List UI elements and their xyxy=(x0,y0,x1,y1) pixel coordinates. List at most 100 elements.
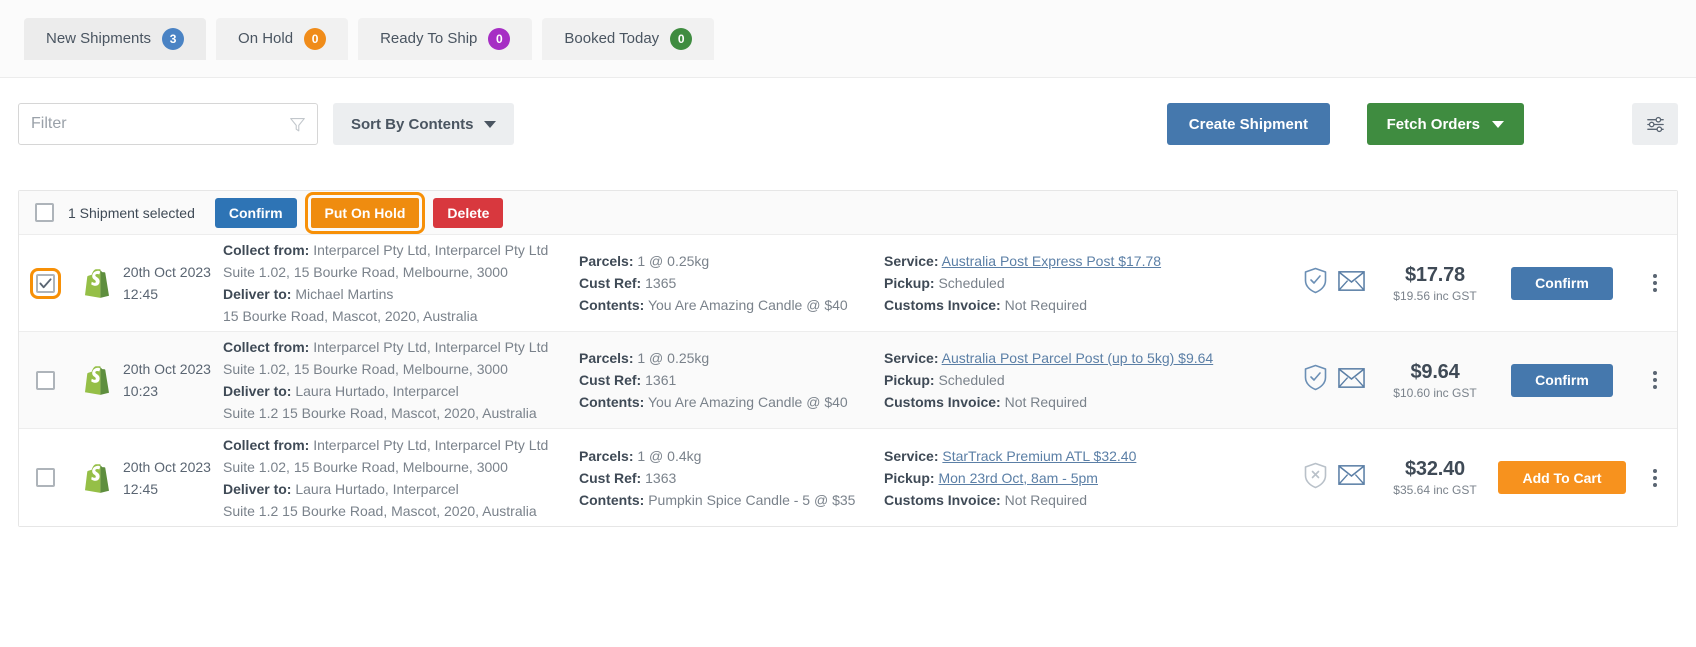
source-channel-cell xyxy=(71,235,123,331)
service-cell: Service: Australia Post Parcel Post (up … xyxy=(884,332,1289,428)
bulk-put-on-hold-button[interactable]: Put On Hold xyxy=(304,191,426,234)
bulk-action-bar: 1 Shipment selected Confirm Put On Hold … xyxy=(19,191,1677,235)
tab-new-shipments[interactable]: New Shipments 3 xyxy=(24,17,207,60)
service-cell: Service: Australia Post Express Post $17… xyxy=(884,235,1289,331)
tab-count-badge: 0 xyxy=(304,27,327,50)
customs-invoice-value: Not Required xyxy=(1004,297,1088,313)
collect-from-line: Collect from: Interparcel Pty Ltd, Inter… xyxy=(223,434,571,456)
row-menu-cell xyxy=(1633,332,1677,428)
customs-invoice-line: Customs Invoice: Not Required xyxy=(884,391,1289,413)
contents-line: Contents: You Are Amazing Candle @ $40 xyxy=(579,294,884,316)
fetch-orders-button[interactable]: Fetch Orders xyxy=(1366,103,1524,145)
tab-count-badge: 0 xyxy=(488,27,511,50)
select-all-checkbox[interactable] xyxy=(35,203,54,222)
row-select-checkbox[interactable] xyxy=(35,468,55,487)
shipment-date: 20th Oct 2023 xyxy=(123,264,211,280)
shipments-page: New Shipments 3 On Hold 0 Ready To Ship 0 Book… xyxy=(0,0,1696,647)
contents-label: Contents: xyxy=(579,394,645,410)
shield-check-icon[interactable] xyxy=(1303,267,1328,299)
tab-count-badge: 3 xyxy=(162,27,185,50)
tab-label: Booked Today xyxy=(564,30,660,47)
deliver-address: Suite 1.2 15 Bourke Road, Mascot, 2020, … xyxy=(223,405,537,421)
shopify-icon xyxy=(85,366,109,395)
contents-value: You Are Amazing Candle @ $40 xyxy=(647,297,848,313)
pickup-label: Pickup: xyxy=(884,469,935,486)
deliver-to-line: Deliver to: Laura Hurtado, Interparcel xyxy=(223,478,571,500)
deliver-to-label: Deliver to: xyxy=(223,286,292,302)
pickup-value: Scheduled xyxy=(938,275,1005,291)
pickup-line: Pickup: Scheduled xyxy=(884,272,1289,294)
row-checkbox-cell xyxy=(19,429,71,526)
parcels-value: 1 @ 0.4kg xyxy=(637,447,702,464)
service-line: Service: Australia Post Express Post $17… xyxy=(884,250,1289,272)
collect-from-line: Collect from: Interparcel Pty Ltd, Inter… xyxy=(223,239,571,261)
shield-check-icon[interactable] xyxy=(1303,364,1328,396)
source-channel-cell xyxy=(71,429,123,526)
status-tab-strip: New Shipments 3 On Hold 0 Ready To Ship 0 Book… xyxy=(0,0,1696,78)
row-checkbox-cell xyxy=(19,332,71,428)
price-cell: $32.40 $35.64 inc GST xyxy=(1379,429,1491,526)
row-checkbox-cell xyxy=(19,235,71,331)
row-menu-cell xyxy=(1633,235,1677,331)
deliver-to-value: Laura Hurtado, Interparcel xyxy=(295,480,459,497)
parcels-line: Parcels: 1 @ 0.25kg xyxy=(579,347,884,369)
sliders-icon xyxy=(1646,116,1664,132)
collect-from-label: Collect from: xyxy=(223,242,310,258)
shipment-time: 12:45 xyxy=(123,286,159,302)
kebab-menu-icon[interactable] xyxy=(1649,465,1661,491)
row-action-cell: Confirm xyxy=(1491,332,1633,428)
deliver-to-value: Laura Hurtado, Interparcel xyxy=(295,383,459,399)
tab-label: On Hold xyxy=(238,30,294,47)
parcels-label: Parcels: xyxy=(579,350,634,366)
toolbar: Sort By Contents Create Shipment Fetch O… xyxy=(0,78,1696,176)
customs-invoice-label: Customs Invoice: xyxy=(884,394,1001,410)
filter-input[interactable] xyxy=(19,104,287,144)
service-value-link[interactable]: Australia Post Express Post $17.78 xyxy=(942,253,1161,269)
cust-ref-label: Cust Ref: xyxy=(579,372,642,388)
tab-on-hold[interactable]: On Hold 0 xyxy=(216,17,349,60)
pickup-line: Pickup: Scheduled xyxy=(884,369,1289,391)
shopify-icon xyxy=(85,463,109,493)
contents-line: Contents: Pumpkin Spice Candle - 5 @ $35 xyxy=(579,489,884,511)
shield-check-icon xyxy=(1304,364,1327,391)
create-shipment-button[interactable]: Create Shipment xyxy=(1166,103,1330,145)
kebab-menu-icon[interactable] xyxy=(1649,270,1661,296)
sort-by-dropdown[interactable]: Sort By Contents xyxy=(333,103,514,145)
contents-label: Contents: xyxy=(579,491,645,508)
envelope-icon xyxy=(1338,465,1365,485)
row-action-button[interactable]: Add To Cart xyxy=(1498,461,1626,494)
row-action-button[interactable]: Confirm xyxy=(1511,363,1613,397)
settings-sliders-button[interactable] xyxy=(1632,103,1678,145)
price-ex-gst: $9.64 xyxy=(1410,360,1460,383)
parcels-value: 1 @ 0.25kg xyxy=(637,253,710,269)
tab-booked-today[interactable]: Booked Today 0 xyxy=(542,17,715,60)
cust-ref-value: 1363 xyxy=(645,469,677,486)
pickup-value[interactable]: Mon 23rd Oct, 8am - 5pm xyxy=(938,470,1098,486)
envelope-icon[interactable] xyxy=(1338,464,1365,491)
service-value-link[interactable]: StarTrack Premium ATL $32.40 xyxy=(942,448,1136,464)
collect-from-value: Interparcel Pty Ltd, Interparcel Pty Ltd xyxy=(313,242,549,258)
row-icon-cell xyxy=(1289,429,1379,526)
cust-ref-line: Cust Ref: 1361 xyxy=(579,369,884,391)
contents-value: Pumpkin Spice Candle - 5 @ $35 xyxy=(648,491,856,508)
kebab-menu-icon[interactable] xyxy=(1649,367,1661,393)
price-ex-gst: $17.78 xyxy=(1405,263,1465,286)
service-value-link[interactable]: Australia Post Parcel Post (up to 5kg) $… xyxy=(942,350,1214,366)
tab-label: New Shipments xyxy=(46,30,152,47)
cust-ref-label: Cust Ref: xyxy=(579,469,642,486)
shield-cross-icon[interactable] xyxy=(1303,462,1328,494)
price-inc-gst: $35.64 inc GST xyxy=(1393,483,1477,497)
row-select-checkbox[interactable] xyxy=(35,370,55,390)
service-label: Service: xyxy=(884,253,939,269)
bulk-delete-button[interactable]: Delete xyxy=(433,197,504,228)
envelope-icon[interactable] xyxy=(1338,270,1365,297)
cust-ref-line: Cust Ref: 1363 xyxy=(579,467,884,489)
envelope-icon[interactable] xyxy=(1338,367,1365,394)
bulk-confirm-button[interactable]: Confirm xyxy=(214,197,297,228)
customs-invoice-line: Customs Invoice: Not Required xyxy=(884,489,1289,511)
row-menu-cell xyxy=(1633,429,1677,526)
row-select-checkbox[interactable] xyxy=(29,267,61,299)
row-action-button[interactable]: Confirm xyxy=(1511,266,1613,300)
source-channel-cell xyxy=(71,332,123,428)
tab-ready-to-ship[interactable]: Ready To Ship 0 xyxy=(358,17,533,60)
